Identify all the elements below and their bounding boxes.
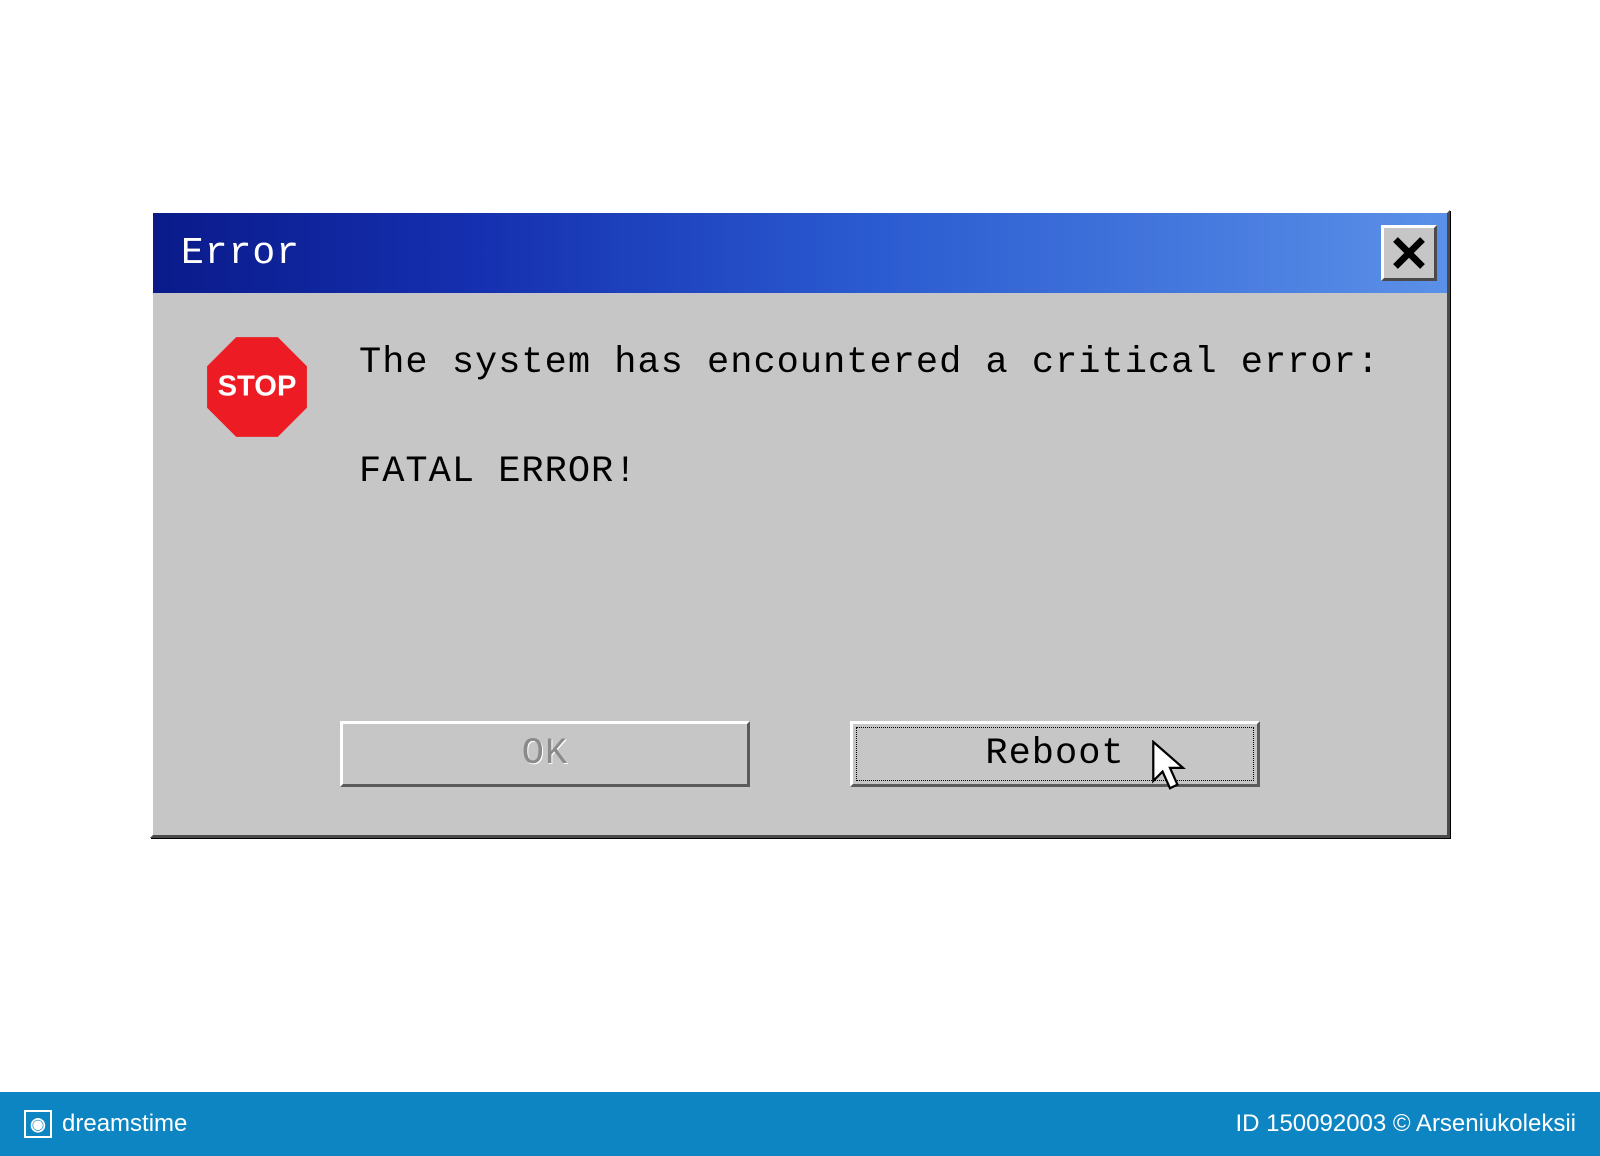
footer-attribution: ID 150092003 © Arseniukoleksii	[1235, 1110, 1576, 1138]
brand-text: dreamstime	[62, 1110, 187, 1138]
close-button[interactable]	[1381, 225, 1437, 281]
error-dialog: Error STOP The system has encountered a …	[150, 210, 1450, 838]
dialog-content: STOP The system has encountered a critic…	[153, 293, 1447, 493]
message-block: The system has encountered a critical er…	[359, 331, 1380, 493]
author-text: © Arseniukoleksii	[1393, 1110, 1576, 1137]
error-message-primary: The system has encountered a critical er…	[359, 341, 1380, 385]
image-id: ID 150092003	[1235, 1110, 1386, 1137]
button-row: OK Reboot	[153, 721, 1447, 787]
stop-icon: STOP	[205, 335, 309, 439]
ok-button: OK	[340, 721, 750, 787]
window-title: Error	[181, 232, 300, 275]
footer-brand: ◉ dreamstime	[24, 1110, 187, 1138]
watermark-footer: ◉ dreamstime ID 150092003 © Arseniukolek…	[0, 1092, 1600, 1156]
titlebar[interactable]: Error	[153, 213, 1447, 293]
close-icon	[1391, 235, 1427, 271]
svg-text:STOP: STOP	[218, 370, 297, 402]
error-message-secondary: FATAL ERROR!	[359, 451, 1380, 493]
reboot-button[interactable]: Reboot	[850, 721, 1260, 787]
camera-icon: ◉	[24, 1110, 52, 1138]
